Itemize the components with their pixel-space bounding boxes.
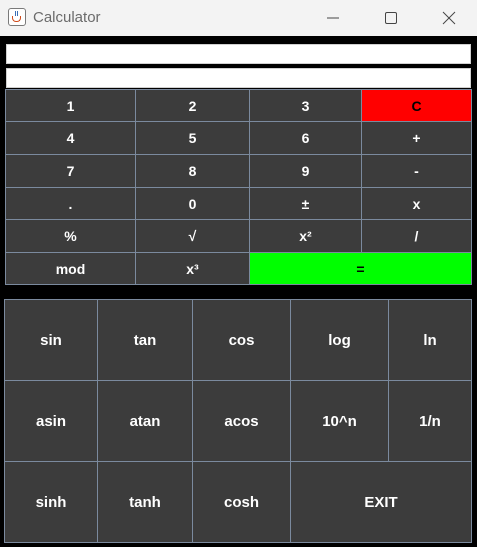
minimize-button[interactable] (304, 0, 362, 36)
maximize-icon (385, 12, 397, 24)
asin-button[interactable]: asin (4, 380, 98, 462)
equals-button[interactable]: = (249, 252, 472, 285)
sqrt-button[interactable]: √ (135, 219, 250, 253)
divider (0, 285, 477, 297)
percent-button[interactable]: % (5, 219, 136, 253)
multiply-button[interactable]: x (361, 187, 472, 220)
key-1[interactable]: 1 (5, 89, 136, 122)
sinh-button[interactable]: sinh (4, 461, 98, 543)
window-title: Calculator (33, 9, 101, 26)
ln-button[interactable]: ln (388, 299, 472, 381)
key-9[interactable]: 9 (249, 154, 362, 188)
add-button[interactable]: + (361, 121, 472, 155)
atan-button[interactable]: atan (97, 380, 193, 462)
close-button[interactable] (420, 0, 477, 36)
key-3[interactable]: 3 (249, 89, 362, 122)
cosh-button[interactable]: cosh (192, 461, 291, 543)
subtract-button[interactable]: - (361, 154, 472, 188)
key-0[interactable]: 0 (135, 187, 250, 220)
reciprocal-button[interactable]: 1/n (388, 380, 472, 462)
tanh-button[interactable]: tanh (97, 461, 193, 543)
java-cup-icon (8, 8, 26, 26)
result-display[interactable] (6, 68, 471, 88)
cos-button[interactable]: cos (192, 299, 291, 381)
key-8[interactable]: 8 (135, 154, 250, 188)
clear-button[interactable]: C (361, 89, 472, 122)
divide-button[interactable]: / (361, 219, 472, 253)
key-7[interactable]: 7 (5, 154, 136, 188)
cube-button[interactable]: x³ (135, 252, 250, 285)
negate-button[interactable]: ± (249, 187, 362, 220)
tan-button[interactable]: tan (97, 299, 193, 381)
ten-power-button[interactable]: 10^n (290, 380, 389, 462)
exit-button[interactable]: EXIT (290, 461, 472, 543)
sin-button[interactable]: sin (4, 299, 98, 381)
expression-display[interactable] (6, 44, 471, 64)
mod-button[interactable]: mod (5, 252, 136, 285)
minimize-icon (327, 17, 339, 19)
key-2[interactable]: 2 (135, 89, 250, 122)
key-6[interactable]: 6 (249, 121, 362, 155)
acos-button[interactable]: acos (192, 380, 291, 462)
decimal-button[interactable]: . (5, 187, 136, 220)
key-5[interactable]: 5 (135, 121, 250, 155)
close-icon (442, 11, 456, 25)
log-button[interactable]: log (290, 299, 389, 381)
square-button[interactable]: x² (249, 219, 362, 253)
key-4[interactable]: 4 (5, 121, 136, 155)
title-bar: Calculator (0, 0, 477, 36)
maximize-button[interactable] (362, 0, 420, 36)
